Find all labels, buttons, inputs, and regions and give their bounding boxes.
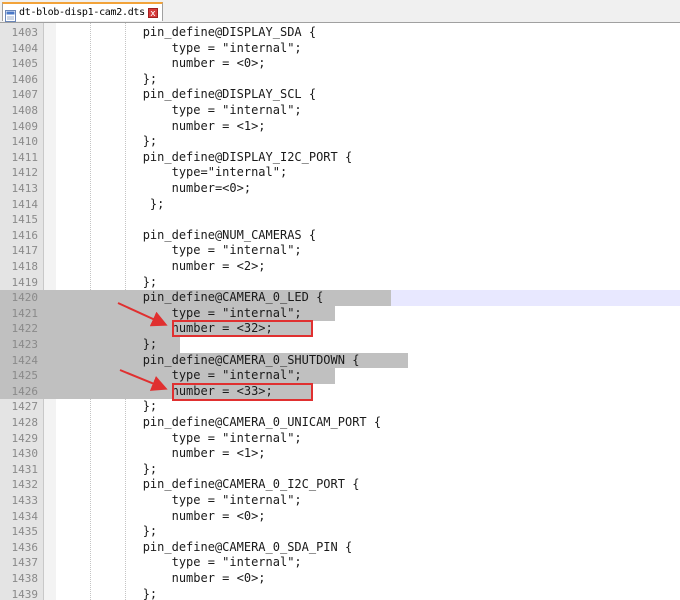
arrow-to-shutdown-number <box>119 369 168 391</box>
arrow-to-led-number <box>117 302 168 327</box>
annotation-arrows <box>117 302 168 391</box>
